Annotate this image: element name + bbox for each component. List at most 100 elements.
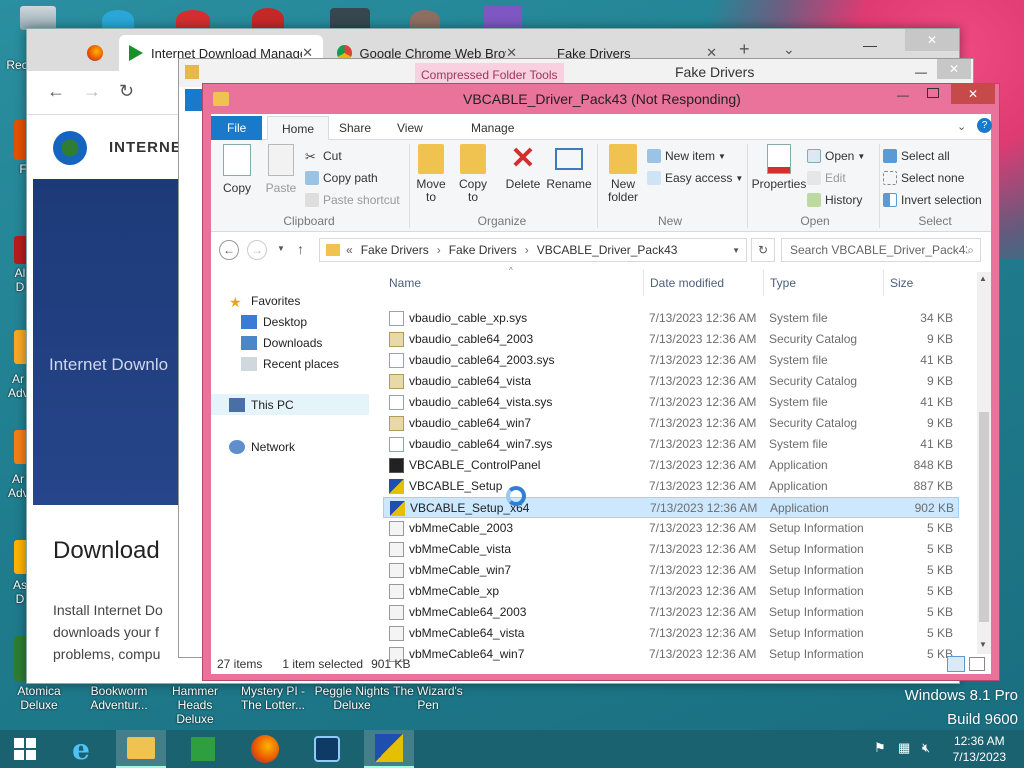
edit-button[interactable]: Edit bbox=[807, 168, 846, 188]
nav-favorites[interactable]: ★ Favorites bbox=[229, 290, 300, 311]
delete-button[interactable]: ✕ Delete bbox=[503, 144, 543, 191]
minimize-icon[interactable]: — bbox=[863, 37, 877, 53]
breadcrumb-fake-drivers-2[interactable]: Fake Drivers bbox=[449, 243, 517, 257]
breadcrumb-overflow[interactable]: « bbox=[346, 243, 353, 257]
reload-icon[interactable]: ↻ bbox=[119, 81, 134, 102]
paste-shortcut-button[interactable]: Paste shortcut bbox=[305, 190, 400, 210]
cut-button[interactable]: ✂ Cut bbox=[305, 146, 342, 166]
file-row[interactable]: VBCABLE_Setup 7/13/2023 12:36 AM Applicati… bbox=[383, 476, 959, 497]
taskbar-clock[interactable]: 12:36 AM 7/13/2023 bbox=[953, 733, 1006, 765]
taskbar-internet-explorer[interactable]: e bbox=[56, 730, 106, 768]
new-folder-button[interactable]: New folder bbox=[603, 144, 643, 204]
file-row[interactable]: vbMmeCable_2003 7/13/2023 12:36 AM Setup I… bbox=[383, 518, 959, 539]
chevron-down-icon[interactable]: ▼ bbox=[732, 246, 740, 255]
select-none-button[interactable]: Select none bbox=[883, 168, 964, 188]
back-arrow-icon[interactable]: ← bbox=[47, 81, 65, 102]
rename-button[interactable]: Rename bbox=[546, 144, 592, 191]
taskbar-store[interactable] bbox=[178, 730, 228, 768]
nav-desktop[interactable]: Desktop bbox=[241, 311, 307, 332]
column-header-date[interactable]: Date modified bbox=[643, 270, 763, 296]
close-window-icon[interactable]: ✕ bbox=[951, 84, 995, 104]
new-tab-plus-icon[interactable]: + bbox=[739, 39, 750, 60]
copy-to-button[interactable]: Copy to bbox=[455, 144, 491, 204]
open-button[interactable]: Open ▼ bbox=[807, 146, 865, 166]
invert-selection-button[interactable]: Invert selection bbox=[883, 190, 982, 210]
breadcrumb-current[interactable]: VBCABLE_Driver_Pack43 bbox=[537, 243, 678, 257]
back-arrow-icon[interactable]: ← bbox=[219, 240, 239, 260]
refresh-icon[interactable]: ↻ bbox=[751, 238, 775, 262]
address-bar[interactable]: « Fake Drivers › Fake Drivers › VBCABLE_… bbox=[319, 238, 747, 262]
chevron-down-icon[interactable]: ⌄ bbox=[957, 120, 966, 133]
app-icon-top-6[interactable] bbox=[484, 6, 522, 30]
file-row[interactable]: vbMmeCable_win7 7/13/2023 12:36 AM Setup I… bbox=[383, 560, 959, 581]
forward-arrow-icon[interactable]: → bbox=[83, 81, 101, 102]
scroll-up-icon[interactable]: ▲ bbox=[979, 274, 987, 283]
nav-this-pc[interactable]: This PC bbox=[211, 394, 369, 415]
explorer-window[interactable]: VBCABLE_Driver_Pack43 (Not Responding) —… bbox=[202, 83, 1000, 681]
tab-firefox-blank[interactable] bbox=[77, 35, 121, 71]
select-all-button[interactable]: Select all bbox=[883, 146, 950, 166]
file-row[interactable]: vbMmeCable64_vista 7/13/2023 12:36 AM Setu… bbox=[383, 623, 959, 644]
taskbar-firefox[interactable] bbox=[240, 730, 290, 768]
nav-recent-places[interactable]: Recent places bbox=[241, 353, 339, 374]
new-item-button[interactable]: New item ▼ bbox=[647, 146, 726, 166]
tab-share[interactable]: Share bbox=[325, 116, 385, 140]
file-row[interactable]: VBCABLE_ControlPanel 7/13/2023 12:36 AM Ap… bbox=[383, 455, 959, 476]
recent-locations-icon[interactable]: ▼ bbox=[277, 244, 285, 253]
start-button[interactable] bbox=[0, 730, 50, 768]
easy-access-button[interactable]: Easy access ▼ bbox=[647, 168, 743, 188]
taskbar-app[interactable] bbox=[302, 730, 352, 768]
network-tray-icon[interactable]: ▦ bbox=[898, 740, 910, 756]
large-icons-view-icon[interactable] bbox=[969, 657, 985, 671]
nav-downloads[interactable]: Downloads bbox=[241, 332, 322, 353]
file-row[interactable]: vbaudio_cable64_win7 7/13/2023 12:36 AM Se… bbox=[383, 413, 959, 434]
close-window-icon[interactable]: ✕ bbox=[937, 59, 971, 79]
chevron-down-icon[interactable]: ⌄ bbox=[783, 41, 795, 58]
move-to-button[interactable]: Move to bbox=[413, 144, 449, 204]
tab-file[interactable]: File bbox=[211, 116, 263, 140]
forward-arrow-icon[interactable]: → bbox=[247, 240, 267, 260]
minimize-icon[interactable]: — bbox=[915, 65, 927, 79]
app-icon-top-3[interactable] bbox=[252, 8, 284, 30]
app-icon-top-5[interactable] bbox=[410, 10, 440, 30]
file-row[interactable]: vbMmeCable64_2003 7/13/2023 12:36 AM Setup… bbox=[383, 602, 959, 623]
copy-path-button[interactable]: Copy path bbox=[305, 168, 378, 188]
scrollbar-thumb[interactable] bbox=[979, 412, 989, 622]
maximize-icon[interactable] bbox=[927, 88, 939, 98]
app-icon-top-2[interactable] bbox=[176, 10, 210, 30]
column-header-name[interactable]: Name bbox=[389, 270, 639, 296]
scroll-down-icon[interactable]: ▼ bbox=[979, 640, 987, 649]
volume-muted-icon[interactable]: 🔇︎ bbox=[922, 740, 930, 756]
properties-button[interactable]: Properties bbox=[751, 144, 807, 191]
file-row[interactable]: vbaudio_cable64_vista 7/13/2023 12:36 AM S… bbox=[383, 371, 959, 392]
close-window-icon[interactable]: ✕ bbox=[905, 29, 959, 51]
recycle-bin-icon[interactable] bbox=[20, 6, 56, 30]
tab-home[interactable]: Home bbox=[267, 116, 330, 140]
breadcrumb-fake-drivers-1[interactable]: Fake Drivers bbox=[361, 243, 429, 257]
copy-button[interactable]: Copy bbox=[219, 144, 255, 195]
minimize-icon[interactable]: — bbox=[897, 88, 909, 102]
vertical-scrollbar[interactable]: ▲ ▼ bbox=[977, 272, 991, 654]
file-row[interactable]: vbMmeCable_xp 7/13/2023 12:36 AM Setup Inf… bbox=[383, 581, 959, 602]
file-row[interactable]: vbaudio_cable_xp.sys 7/13/2023 12:36 AM Sy… bbox=[383, 308, 959, 329]
file-row[interactable]: vbaudio_cable64_2003 7/13/2023 12:36 AM Se… bbox=[383, 329, 959, 350]
app-icon-top-1[interactable] bbox=[102, 10, 134, 30]
help-icon[interactable]: ? bbox=[977, 118, 992, 133]
column-header-type[interactable]: Type bbox=[763, 270, 883, 296]
file-row[interactable]: vbaudio_cable64_2003.sys 7/13/2023 12:36 … bbox=[383, 350, 959, 371]
search-box[interactable]: Search VBCABLE_Driver_Pack43 ⌕ bbox=[781, 238, 981, 262]
paste-button[interactable]: Paste bbox=[261, 144, 301, 195]
file-row[interactable]: VBCABLE_Setup_x64 7/13/2023 12:36 AM Appli… bbox=[383, 497, 959, 518]
app-icon-top-4[interactable] bbox=[330, 8, 370, 30]
desktop-label-rec[interactable]: Rec bbox=[6, 58, 28, 72]
file-row[interactable]: vbaudio_cable64_vista.sys 7/13/2023 12:36… bbox=[383, 392, 959, 413]
up-arrow-icon[interactable]: ↑ bbox=[297, 241, 304, 257]
flag-icon[interactable]: ⚑ bbox=[874, 740, 886, 756]
tab-view[interactable]: View bbox=[383, 116, 437, 140]
column-header-size[interactable]: Size bbox=[883, 270, 959, 296]
file-row[interactable]: vbaudio_cable64_win7.sys 7/13/2023 12:36 … bbox=[383, 434, 959, 455]
details-view-icon[interactable] bbox=[947, 656, 965, 672]
taskbar-file-explorer[interactable] bbox=[116, 730, 166, 768]
taskbar-vbcable-setup[interactable] bbox=[364, 730, 414, 768]
nav-network[interactable]: Network bbox=[229, 436, 295, 457]
